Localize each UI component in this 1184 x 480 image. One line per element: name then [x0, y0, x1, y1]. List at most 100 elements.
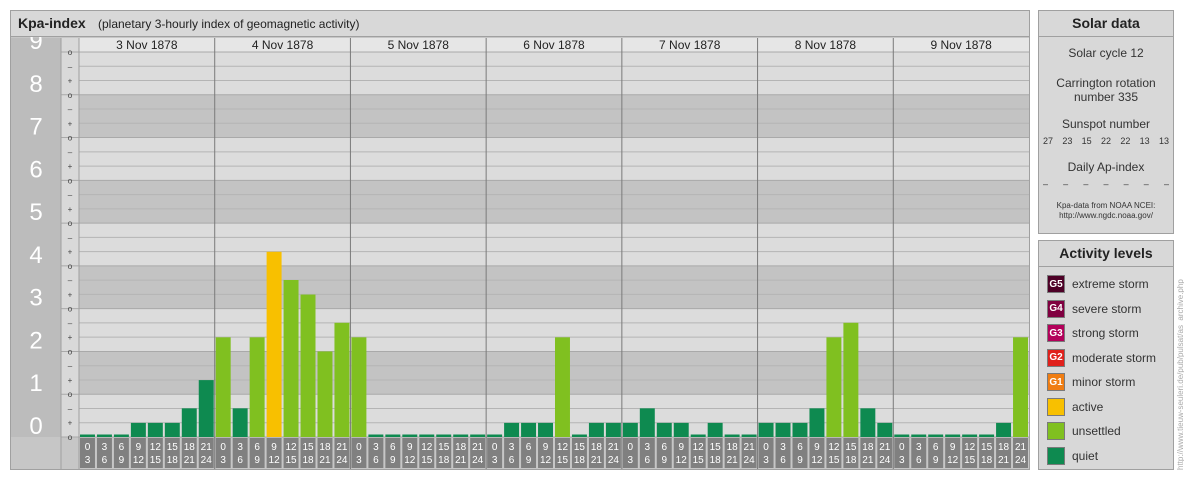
interval-start-label: 3 [645, 442, 651, 453]
ap-value: – [1043, 179, 1049, 189]
y-tick-label: 7 [29, 114, 42, 141]
kpa-panel: 0 1 2 3 4 5 6 7 8 9 o + – o + – o + – o + – o + – o + – o + – o + – o + – o 3 … [10, 10, 1030, 470]
interval-end-label: 9 [526, 455, 532, 466]
interval-start-label: 12 [285, 442, 297, 453]
credit-text: http://www.tieuw-seuleri.de/pub/pulsat/a… [1176, 279, 1184, 470]
interval-start-label: 3 [102, 442, 108, 453]
kp-bar [996, 422, 1012, 437]
level-band [79, 223, 1029, 266]
carrington-line-2: number 335 [1073, 90, 1139, 104]
y-minor-label: o [68, 134, 73, 143]
interval-start-label: 15 [167, 442, 179, 453]
interval-end-label: 15 [964, 455, 976, 466]
source-link[interactable]: http://www.ngdc.noaa.gov/ [1039, 211, 1173, 221]
activity-level-swatch [1047, 422, 1065, 440]
y-minor-label: o [68, 390, 73, 399]
kp-bar [249, 337, 265, 437]
y-tick-label: 8 [29, 71, 42, 98]
interval-start-label: 3 [237, 442, 243, 453]
interval-end-label: 18 [438, 455, 450, 466]
y-minor-label: o [68, 48, 73, 57]
interval-start-label: 6 [254, 442, 260, 453]
activity-levels-heading: Activity levels [1039, 241, 1173, 267]
kp-bar [622, 422, 638, 437]
interval-start-label: 21 [472, 442, 484, 453]
interval-end-label: 15 [150, 455, 162, 466]
interval-start-label: 18 [184, 442, 196, 453]
interval-start-label: 18 [591, 442, 603, 453]
interval-start-label: 18 [455, 442, 467, 453]
activity-level-swatch: G1 [1047, 373, 1065, 391]
kp-bar [504, 422, 520, 437]
y-minor-label: + [68, 205, 73, 214]
interval-start-label: 15 [845, 442, 857, 453]
ap-value: – [1083, 179, 1089, 189]
kp-bar [96, 434, 112, 437]
solar-data-panel: Solar data Solar cycle 12 Carrington rot… [1038, 10, 1174, 234]
day-label: 8 Nov 1878 [795, 38, 857, 52]
kp-bar [538, 422, 553, 437]
interval-end-label: 15 [557, 455, 569, 466]
sunspot-value: 15 [1081, 136, 1092, 146]
kp-bar [198, 380, 214, 437]
kp-bar [826, 337, 842, 437]
activity-level-item: G4 severe storm [1047, 299, 1141, 319]
kp-bar [521, 422, 537, 437]
interval-start-label: 0 [85, 442, 91, 453]
kp-bar [588, 422, 604, 437]
interval-start-label: 9 [136, 442, 142, 453]
interval-end-label: 9 [797, 455, 803, 466]
activity-level-swatch: G4 [1047, 299, 1065, 318]
interval-end-label: 21 [455, 455, 467, 466]
interval-end-label: 6 [916, 455, 922, 466]
kp-bar [928, 434, 944, 437]
interval-start-label: 21 [879, 442, 891, 453]
kp-bar [147, 422, 163, 437]
interval-end-label: 6 [102, 455, 108, 466]
kp-bar [436, 434, 452, 437]
carrington-line-1: Carrington rotation [1056, 76, 1156, 90]
interval-end-label: 21 [998, 455, 1010, 466]
interval-start-label: 0 [492, 442, 498, 453]
y-minor-label: + [68, 333, 73, 342]
activity-level-swatch [1047, 397, 1065, 416]
sunspot-value: 23 [1062, 136, 1073, 146]
interval-end-label: 18 [302, 455, 314, 466]
interval-start-label: 6 [526, 442, 532, 453]
y-tick-label: 3 [29, 285, 42, 312]
kp-bar [181, 408, 197, 437]
activity-level-item: quiet [1047, 446, 1098, 466]
activity-level-item: G5 extreme storm [1047, 274, 1149, 294]
interval-end-label: 21 [862, 455, 874, 466]
sunspot-value: 27 [1043, 136, 1054, 146]
interval-start-label: 6 [661, 442, 667, 453]
day-label: 9 Nov 1878 [930, 38, 992, 52]
interval-end-label: 3 [85, 455, 91, 466]
kp-bar [911, 434, 927, 437]
sunspot-values: 27 23 15 22 22 13 13 [1039, 136, 1173, 146]
level-band [79, 52, 1029, 95]
kp-bar [758, 422, 774, 437]
activity-level-label: extreme storm [1072, 277, 1149, 291]
interval-start-label: 15 [981, 442, 993, 453]
kpa-chart: 0123456789o+–o+–o+–o+–o+–o+–o+–o+–o+–o3 … [11, 28, 1029, 469]
activity-level-swatch: G5 [1047, 275, 1065, 293]
y-minor-label: o [68, 347, 73, 356]
activity-level-label: unsettled [1072, 424, 1121, 438]
interval-start-label: 0 [628, 442, 634, 453]
kp-bar [690, 434, 706, 437]
interval-start-label: 9 [271, 442, 277, 453]
interval-start-label: 3 [509, 442, 515, 453]
activity-level-swatch: G2 [1047, 348, 1065, 367]
y-minor-label: – [68, 276, 73, 285]
kp-bar [809, 408, 825, 437]
interval-end-label: 15 [285, 455, 297, 466]
interval-start-label: 15 [710, 442, 722, 453]
interval-start-label: 9 [407, 442, 413, 453]
y-minor-label: + [68, 376, 73, 385]
interval-end-label: 24 [879, 455, 891, 466]
interval-start-label: 21 [201, 442, 213, 453]
kp-bar [555, 337, 570, 437]
kp-bar [724, 434, 740, 437]
interval-end-label: 12 [269, 455, 281, 466]
